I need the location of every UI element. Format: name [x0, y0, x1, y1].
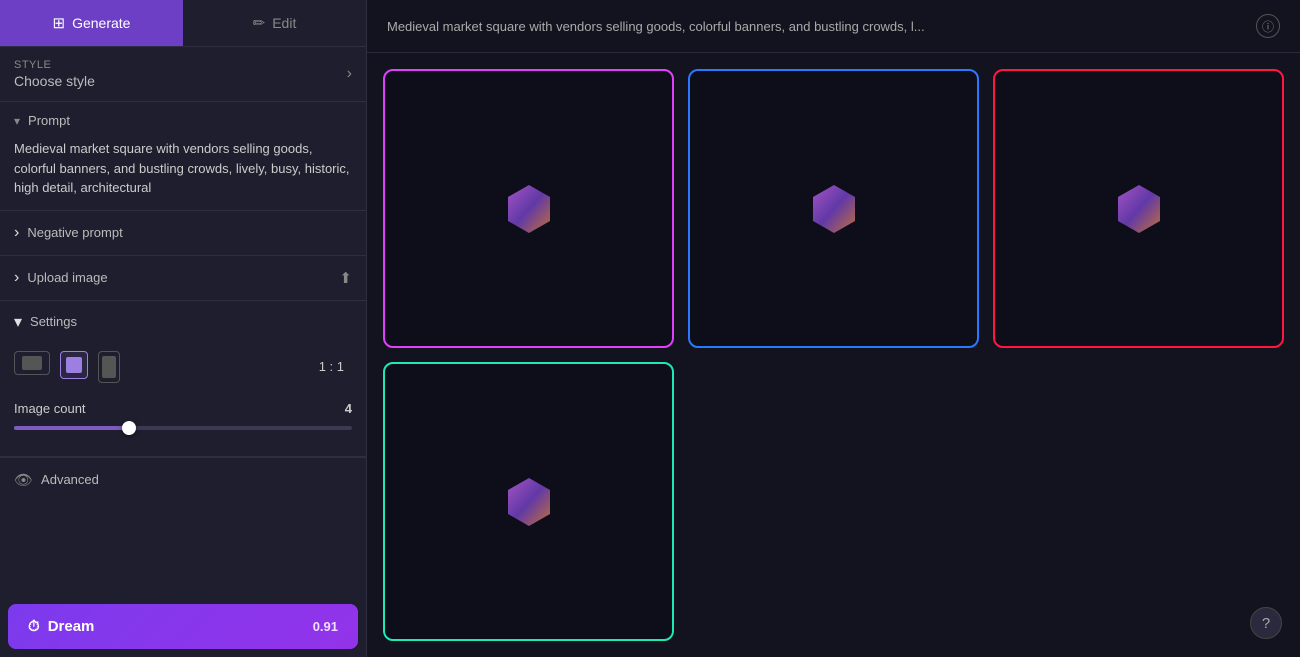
dream-icon: ⏱: [28, 618, 40, 635]
dream-button-left: ⏱ Dream: [28, 618, 94, 635]
dream-button-label: Dream: [48, 618, 95, 635]
hex-placeholder-2: [804, 179, 864, 239]
style-label: Style: [14, 59, 95, 71]
ar-landscape-icon[interactable]: [14, 351, 50, 375]
hex-placeholder-3: [1109, 179, 1169, 239]
upload-left: › Upload image: [14, 269, 108, 287]
image-count-header: Image count 4: [14, 401, 352, 416]
slider-thumb: [122, 421, 136, 435]
help-label: ?: [1262, 615, 1270, 632]
advanced-label: Advanced: [41, 472, 99, 487]
dream-button[interactable]: ⏱ Dream 0.91: [8, 604, 358, 649]
settings-content: 1 : 1 Image count 4: [0, 343, 366, 456]
tab-generate-label: Generate: [72, 15, 130, 31]
prompt-section-header[interactable]: ▾ Prompt: [0, 102, 366, 139]
image-card-1[interactable]: [383, 69, 674, 348]
style-value: Choose style: [14, 73, 95, 89]
right-panel: Medieval market square with vendors sell…: [367, 0, 1300, 657]
info-icon[interactable]: ⓘ: [1256, 14, 1280, 38]
help-button[interactable]: ?: [1250, 607, 1282, 639]
generate-icon: ⊞: [53, 14, 66, 32]
ar-square-icon[interactable]: [60, 351, 88, 379]
negative-prompt-chevron-icon: ›: [14, 224, 19, 242]
tab-generate[interactable]: ⊞ Generate: [0, 0, 183, 46]
slider-fill: [14, 426, 132, 430]
hex-placeholder-4: [499, 472, 559, 532]
prompt-section-label: Prompt: [28, 113, 70, 128]
image-count-value: 4: [345, 401, 352, 416]
negative-prompt-left: › Negative prompt: [14, 224, 123, 242]
upload-chevron-icon: ›: [14, 269, 19, 287]
hex-placeholder-1: [499, 179, 559, 239]
prompt-chevron-icon: ▾: [14, 114, 20, 128]
aspect-ratio-icons: [14, 351, 120, 383]
eye-icon: 👁: [14, 471, 33, 489]
right-header: Medieval market square with vendors sell…: [367, 0, 1300, 53]
settings-header[interactable]: ▾ Settings: [0, 301, 366, 343]
image-count-row: Image count 4: [14, 401, 352, 434]
tab-edit-label: Edit: [272, 15, 296, 31]
tab-edit[interactable]: ✏ Edit: [183, 0, 366, 46]
settings-section: ▾ Settings 1 : 1: [0, 301, 366, 457]
negative-prompt-label: Negative prompt: [27, 225, 122, 240]
image-count-label: Image count: [14, 401, 86, 416]
left-panel: ⊞ Generate ✏ Edit Style Choose style › ▾…: [0, 0, 367, 657]
ar-portrait-icon[interactable]: [98, 351, 120, 383]
settings-chevron-icon: ▾: [14, 312, 22, 332]
prompt-preview-text: Medieval market square with vendors sell…: [387, 19, 1244, 34]
image-card-4[interactable]: [383, 362, 674, 641]
dream-cost: 0.91: [313, 619, 338, 634]
prompt-section: ▾ Prompt Medieval market square with ven…: [0, 102, 366, 211]
style-chooser[interactable]: Style Choose style ›: [0, 47, 366, 102]
image-card-2[interactable]: [688, 69, 979, 348]
aspect-ratio-label: 1 : 1: [319, 359, 344, 374]
prompt-text[interactable]: Medieval market square with vendors sell…: [0, 139, 366, 210]
upload-share-icon[interactable]: ⬆: [339, 269, 352, 287]
tab-bar: ⊞ Generate ✏ Edit: [0, 0, 366, 47]
settings-label: Settings: [30, 314, 77, 329]
aspect-ratio-row: 1 : 1: [14, 351, 352, 383]
image-card-3[interactable]: [993, 69, 1284, 348]
image-count-slider-track: [14, 426, 352, 430]
advanced-row[interactable]: 👁 Advanced: [0, 457, 366, 502]
chevron-right-icon: ›: [347, 65, 352, 83]
style-row-left: Style Choose style: [14, 59, 95, 89]
upload-image-row[interactable]: › Upload image ⬆: [0, 256, 366, 301]
upload-image-label: Upload image: [27, 270, 107, 285]
negative-prompt-row[interactable]: › Negative prompt: [0, 211, 366, 256]
image-grid: [367, 53, 1300, 657]
edit-icon: ✏: [253, 14, 266, 32]
